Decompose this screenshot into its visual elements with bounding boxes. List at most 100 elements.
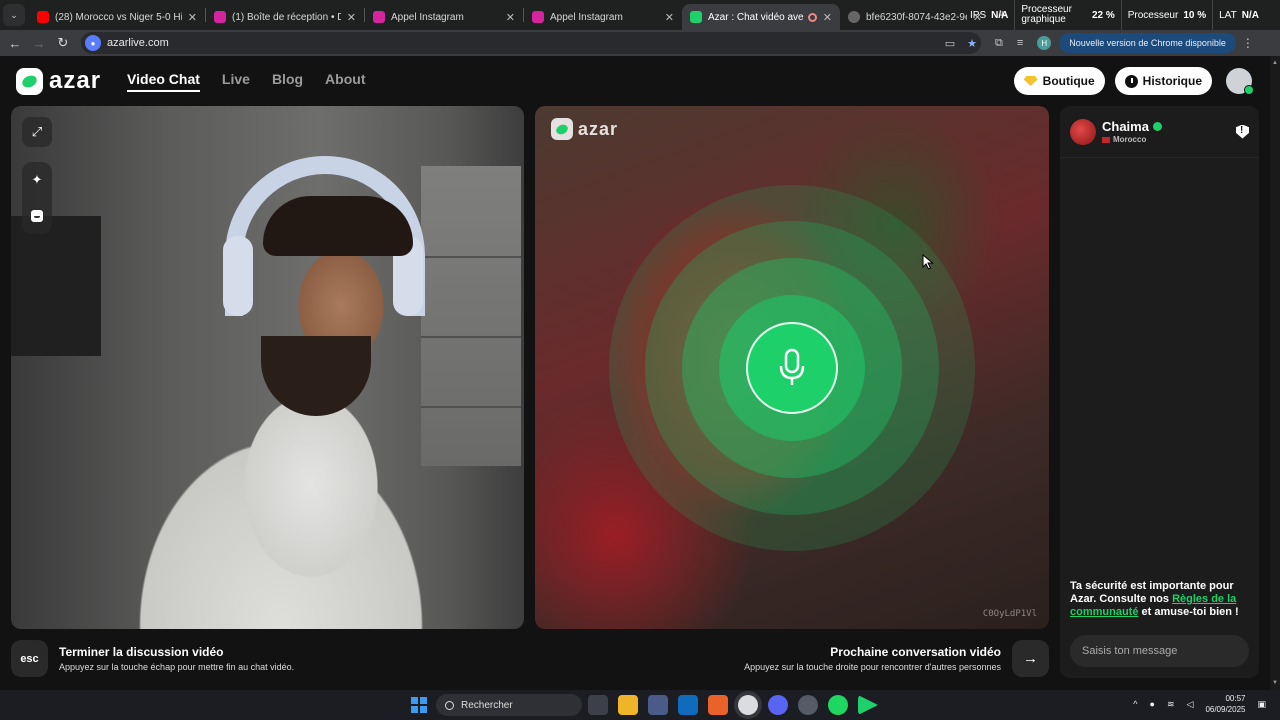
chrome-menu-icon[interactable]: ⋮ <box>1242 36 1254 50</box>
tab-close-icon[interactable]: ✕ <box>188 11 197 24</box>
instagram-icon <box>214 11 226 23</box>
taskbar-search-label: Rechercher <box>461 699 513 711</box>
end-chat-title: Terminer la discussion vidéo <box>59 645 224 659</box>
play-app-icon[interactable] <box>858 695 878 715</box>
media-controls-icon[interactable]: ≡ <box>1017 37 1023 49</box>
store-icon[interactable] <box>648 695 668 715</box>
file-explorer-icon[interactable] <box>618 695 638 715</box>
tab-search-chevron-icon[interactable]: ⌄ <box>3 4 25 26</box>
browser-toolbar: ← → ↻ ● azarlive.com ▭ ★ ⧉ ≡ H Nouvelle … <box>0 30 1280 56</box>
microphone-tray-icon[interactable]: ● <box>1150 699 1155 709</box>
tab-title: Azar : Chat vidéo avec de n <box>708 11 804 23</box>
cast-icon[interactable]: ▭ <box>945 37 955 50</box>
local-video: ⤢ ✦ <box>11 106 524 629</box>
expand-video-icon[interactable]: ⤢ <box>22 117 52 147</box>
nav-about[interactable]: About <box>325 71 365 92</box>
end-chat-hint: esc Terminer la discussion vidéo Appuyez… <box>11 640 294 677</box>
nav-blog[interactable]: Blog <box>272 71 303 92</box>
page-scrollbar[interactable]: ▲ ▼ <box>1270 56 1280 690</box>
effects-toolbar: ✦ <box>22 162 52 234</box>
extensions-icon[interactable]: ⧉ <box>995 37 1003 50</box>
browser-tab[interactable]: Appel Instagram ✕ <box>524 4 682 30</box>
office-app-icon[interactable] <box>708 695 728 715</box>
browser-tab[interactable]: Appel Instagram ✕ <box>365 4 523 30</box>
app-icon[interactable] <box>798 695 818 715</box>
discord-icon[interactable] <box>768 695 788 715</box>
notice-text: et amuse-toi bien ! <box>1138 606 1239 618</box>
tab-title: Appel Instagram <box>550 11 623 23</box>
end-chat-hint-text: Terminer la discussion vidéo Appuyez sur… <box>59 645 294 672</box>
taskbar-search[interactable]: Rechercher <box>436 694 582 716</box>
boutique-button[interactable]: Boutique <box>1013 67 1105 95</box>
remote-video-logo: azar <box>551 118 618 140</box>
historique-button[interactable]: Historique <box>1114 67 1212 95</box>
partner-country: Morocco <box>1113 135 1147 144</box>
tab-close-icon[interactable]: ✕ <box>347 11 356 24</box>
video-background-shape <box>421 166 521 466</box>
fps-stat: IPS N/A <box>964 0 1014 30</box>
browser-tab[interactable]: (28) Morocco vs Niger 5-0 Highl ✕ <box>29 4 205 30</box>
forward-arrow-icon[interactable]: → <box>27 36 51 51</box>
sparkle-effects-icon[interactable]: ✦ <box>22 162 52 198</box>
instagram-icon <box>532 11 544 23</box>
system-tray: ^ ● ≋ ◁ 00:57 06/09/2025 ▣ <box>1133 693 1266 715</box>
scroll-down-icon[interactable]: ▼ <box>1272 680 1278 686</box>
tab-title: (28) Morocco vs Niger 5-0 Highl <box>55 11 182 23</box>
windows-start-icon[interactable] <box>411 697 427 713</box>
stat-label: IPS <box>970 9 987 21</box>
partner-avatar[interactable] <box>1070 118 1096 145</box>
task-view-icon[interactable] <box>588 695 608 715</box>
taskbar-clock[interactable]: 00:57 06/09/2025 <box>1205 693 1245 715</box>
microphone-icon <box>779 348 805 385</box>
clock-icon <box>1124 74 1138 88</box>
next-arrow-button[interactable]: → <box>1012 640 1049 677</box>
azar-logo[interactable]: azar <box>16 67 101 95</box>
tray-overflow-icon[interactable]: ^ <box>1133 699 1137 709</box>
remote-video: azar C0OyLdP1Vl <box>535 106 1049 629</box>
chat-partner-header: Chaima Morocco <box>1060 106 1259 158</box>
microphone-indicator <box>746 321 838 414</box>
profile-avatar[interactable]: H <box>1037 36 1052 50</box>
stat-value: 10 % <box>1183 9 1207 21</box>
person-shape <box>263 196 413 256</box>
windows-taskbar: Rechercher ^ ● ≋ ◁ 00:57 06/09/2025 ▣ <box>0 690 1280 720</box>
clock-time: 00:57 <box>1225 694 1246 703</box>
session-code: C0OyLdP1Vl <box>982 609 1037 619</box>
esc-key-button[interactable]: esc <box>11 640 48 677</box>
recording-icon <box>807 12 817 22</box>
chat-message-input[interactable]: Saisis ton message <box>1070 635 1249 667</box>
browser-tab[interactable]: (1) Boîte de réception • Direct ✕ <box>206 4 364 30</box>
gpu-stat: Processeur graphique 22 % <box>1014 0 1120 30</box>
browser-tab-active[interactable]: Azar : Chat vidéo avec de n ✕ <box>682 4 840 30</box>
volume-icon[interactable]: ◁ <box>1187 699 1194 710</box>
wifi-icon[interactable]: ≋ <box>1167 699 1175 710</box>
nav-live[interactable]: Live <box>222 71 250 92</box>
azar-icon <box>690 11 702 23</box>
scroll-up-icon[interactable]: ▲ <box>1272 60 1278 66</box>
stat-label: LAT <box>1219 9 1237 21</box>
user-avatar[interactable] <box>1226 68 1254 95</box>
tab-close-icon[interactable]: ✕ <box>665 11 674 24</box>
bookmark-star-icon[interactable]: ★ <box>967 37 977 50</box>
reload-icon[interactable]: ↻ <box>51 35 75 51</box>
face-filter-icon[interactable] <box>22 198 52 234</box>
boutique-label: Boutique <box>1042 74 1095 88</box>
outlook-icon[interactable] <box>678 695 698 715</box>
spotify-icon[interactable] <box>828 695 848 715</box>
tab-title: bfe6230f-8074-43e2-9e03-659 <box>866 11 967 23</box>
latency-stat: LAT N/A <box>1212 0 1265 30</box>
chrome-icon[interactable] <box>738 695 758 715</box>
back-arrow-icon[interactable]: ← <box>3 36 27 51</box>
nav-video-chat[interactable]: Video Chat <box>127 71 200 92</box>
address-bar[interactable]: ● azarlive.com ▭ ★ <box>81 32 981 54</box>
mouse-cursor-icon <box>922 254 934 270</box>
verified-icon <box>1152 122 1162 131</box>
morocco-flag-icon <box>1102 136 1110 143</box>
site-info-icon[interactable]: ● <box>85 35 101 51</box>
tab-close-icon[interactable]: ✕ <box>823 11 832 24</box>
stat-label: Processeur <box>1127 9 1179 21</box>
report-shield-icon[interactable] <box>1236 124 1249 139</box>
notification-icon[interactable]: ▣ <box>1257 699 1266 710</box>
chrome-update-button[interactable]: Nouvelle version de Chrome disponible <box>1059 33 1236 53</box>
tab-close-icon[interactable]: ✕ <box>506 11 515 24</box>
